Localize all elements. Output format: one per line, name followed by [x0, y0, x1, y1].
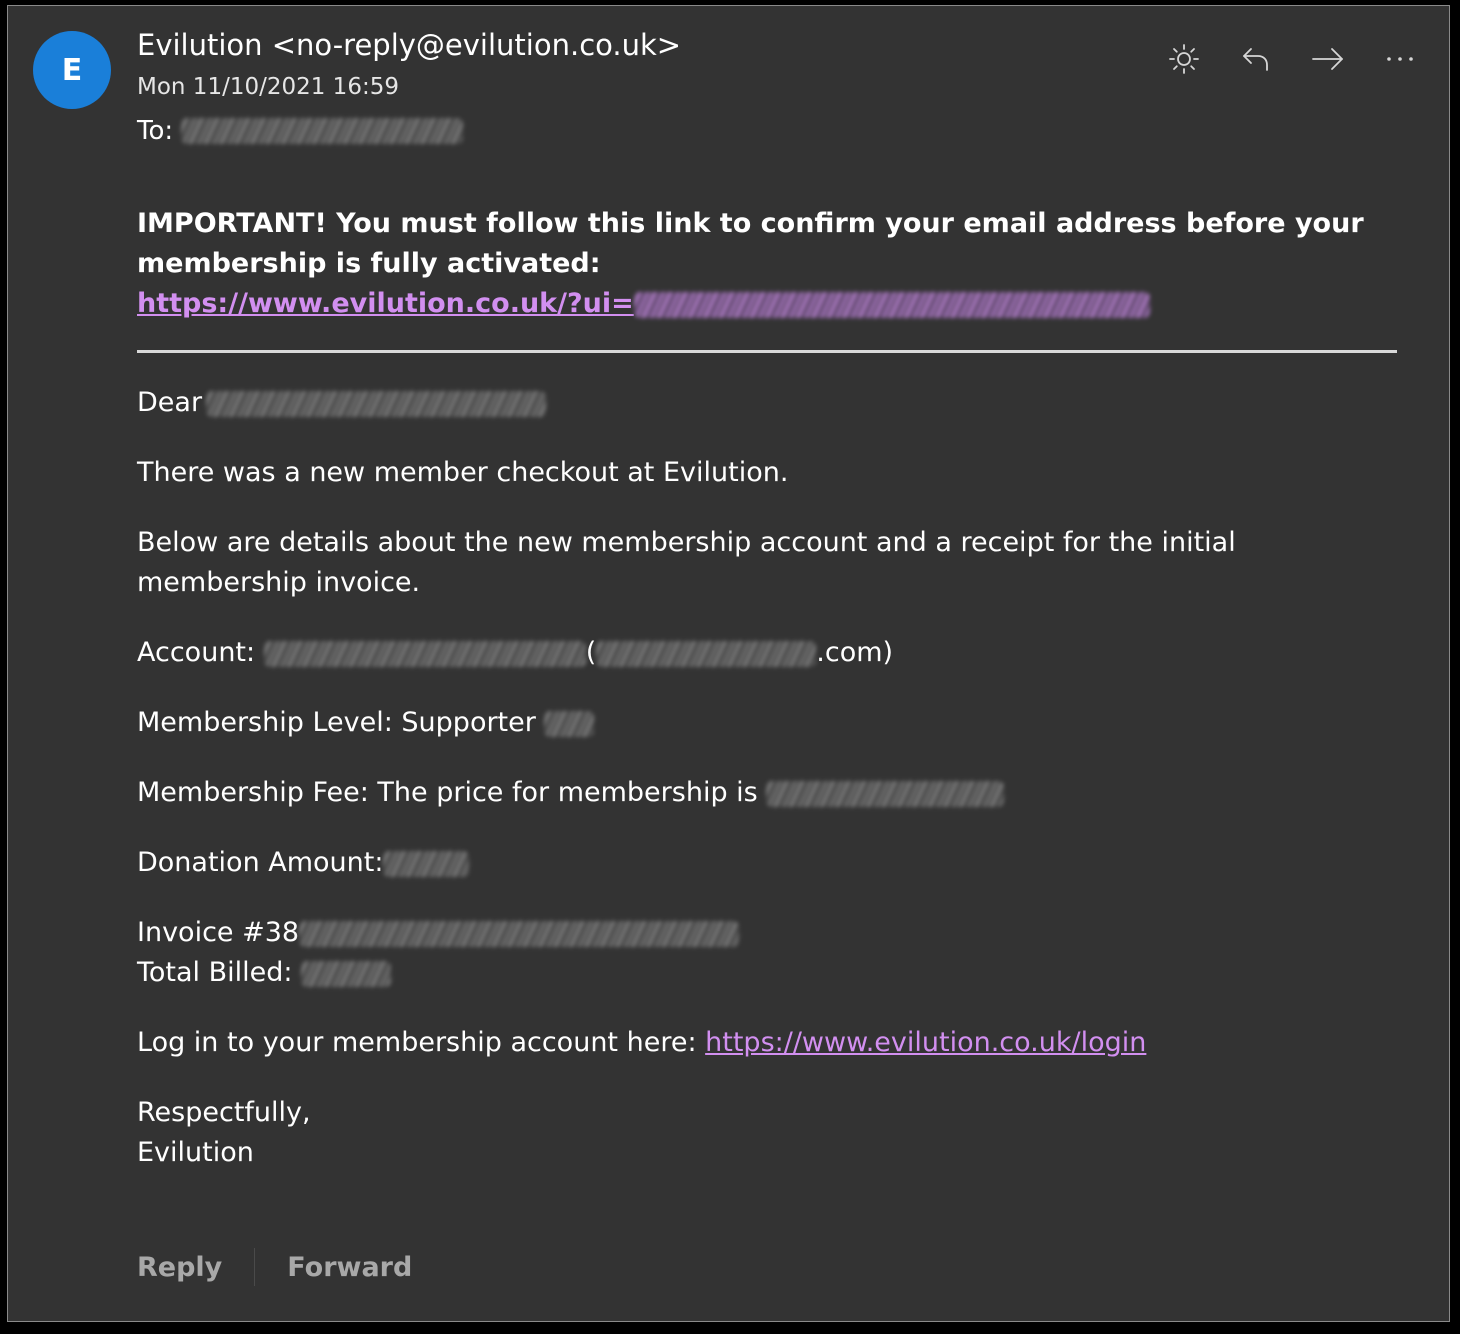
- sender-avatar: E: [33, 31, 111, 109]
- important-text: IMPORTANT! You must follow this link to …: [137, 208, 1364, 279]
- redacted-account-email: [596, 640, 817, 667]
- divider: [137, 350, 1397, 353]
- login-line: Log in to your membership account here: …: [137, 1023, 1397, 1063]
- sender-name[interactable]: Evilution <no-reply@evilution.co.uk>: [137, 28, 681, 62]
- redacted-recipient: [181, 118, 464, 144]
- total-billed: Total Billed:: [137, 957, 293, 988]
- membership-fee-line: Membership Fee: The price for membership…: [137, 773, 1397, 813]
- footer-actions: Reply Forward: [137, 1248, 412, 1286]
- sent-date: Mon 11/10/2021 16:59: [137, 74, 399, 100]
- dear-label: Dear: [137, 387, 203, 418]
- avatar-letter: E: [61, 52, 83, 88]
- invoice-number: Invoice #38: [137, 917, 300, 948]
- reply-icon[interactable]: [1231, 34, 1281, 84]
- email-body: IMPORTANT! You must follow this link to …: [137, 204, 1397, 1203]
- membership-level-line: Membership Level: Supporter: [137, 703, 1397, 743]
- login-link[interactable]: https://www.evilution.co.uk/login: [705, 1027, 1146, 1058]
- important-notice: IMPORTANT! You must follow this link to …: [137, 204, 1397, 324]
- redacted-name: [206, 390, 547, 417]
- membership-level: Membership Level: Supporter: [137, 707, 536, 738]
- account-label: Account:: [137, 637, 256, 668]
- to-label: To:: [137, 116, 174, 146]
- email-reading-pane: E Evilution <no-reply@evilution.co.uk> M…: [7, 5, 1450, 1322]
- footer-separator: [254, 1248, 256, 1286]
- membership-fee: Membership Fee: The price for membership…: [137, 777, 758, 808]
- forward-icon[interactable]: [1303, 34, 1353, 84]
- details-line: Below are details about the new membersh…: [137, 527, 1236, 598]
- redacted-invoice: [299, 920, 740, 947]
- redacted-confirm-token[interactable]: [633, 291, 1150, 318]
- donation-amount: Donation Amount:: [137, 847, 384, 878]
- confirm-email-link[interactable]: https://www.evilution.co.uk/?ui=: [137, 288, 634, 319]
- account-line: Account: ( .com): [137, 633, 1397, 673]
- reply-button[interactable]: Reply: [137, 1252, 222, 1283]
- message-actions: [1159, 34, 1425, 84]
- login-text: Log in to your membership account here:: [137, 1027, 697, 1058]
- redacted-donation: [383, 850, 470, 877]
- redacted-price: [766, 780, 1005, 807]
- brightness-icon[interactable]: [1159, 34, 1209, 84]
- account-paren-open: (: [585, 637, 597, 668]
- donation-line: Donation Amount:: [137, 843, 1397, 883]
- total-billed-line: Total Billed:: [137, 953, 1397, 993]
- invoice-line: Invoice #38: [137, 913, 1397, 953]
- more-icon[interactable]: [1375, 34, 1425, 84]
- redacted-level-suffix: [544, 710, 595, 737]
- redacted-total: [301, 960, 392, 987]
- signature: Evilution: [137, 1137, 254, 1168]
- sign-off: Respectfully,: [137, 1097, 311, 1128]
- checkout-line: There was a new member checkout at Evilu…: [137, 457, 789, 488]
- forward-button[interactable]: Forward: [287, 1252, 412, 1283]
- account-email-suffix: .com): [816, 637, 894, 668]
- redacted-account-name: [263, 640, 586, 667]
- recipient-row: To:: [137, 116, 464, 146]
- greeting: Dear: [137, 383, 1397, 423]
